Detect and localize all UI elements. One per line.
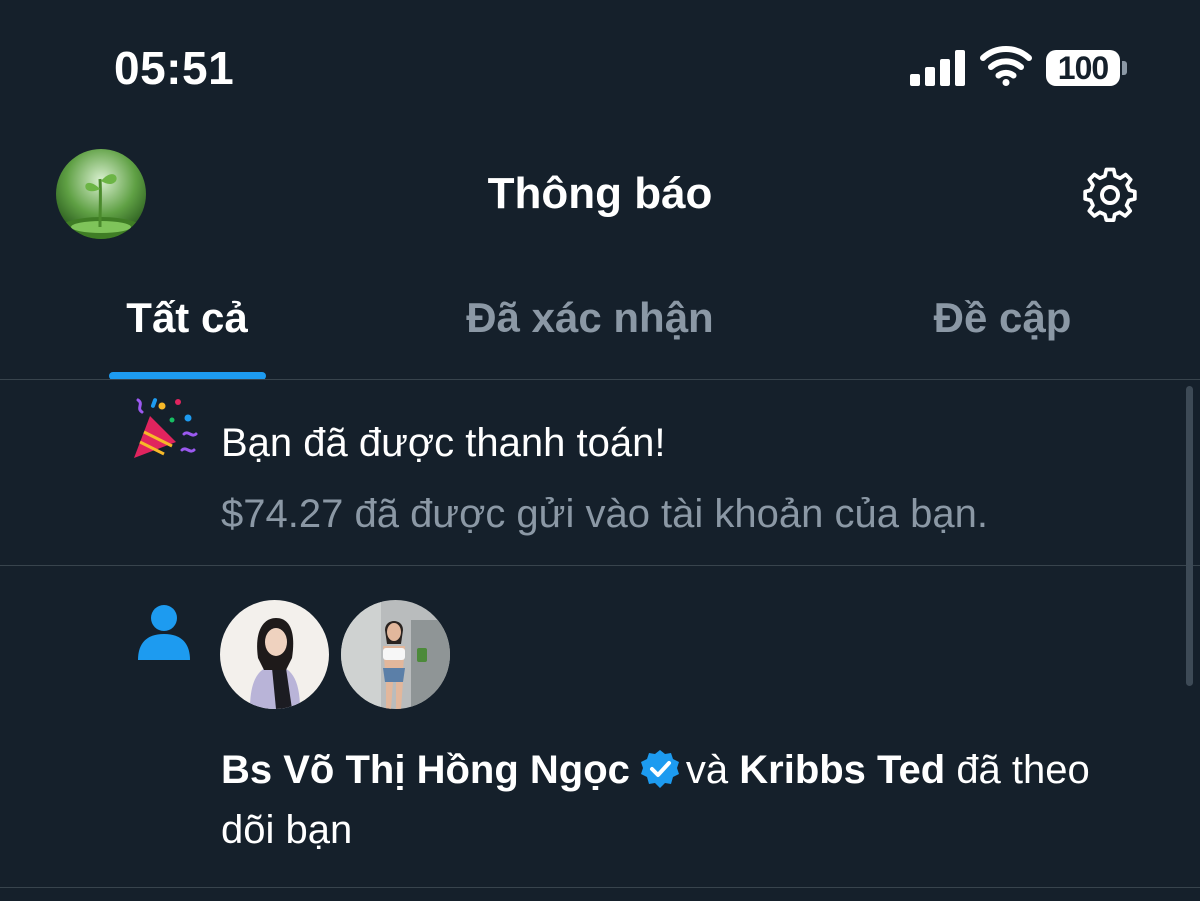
battery-icon: 100 (1046, 50, 1120, 86)
tab-mentions[interactable]: Đề cập (880, 280, 1125, 380)
scrollbar[interactable] (1186, 386, 1193, 686)
tab-all[interactable]: Tất cả (86, 280, 288, 380)
notification-divider (0, 887, 1200, 888)
signal-icon (910, 48, 966, 86)
status-time: 05:51 (114, 42, 235, 94)
person-icon (138, 605, 190, 660)
notification-title: Bạn đã được thanh toán! (221, 421, 666, 465)
verified-badge-icon (640, 750, 679, 788)
avatar-image (220, 600, 329, 709)
tab-bar: Tất cả Đã xác nhận Đề cập (0, 280, 1200, 380)
wifi-icon (980, 46, 1032, 86)
gear-icon[interactable] (1080, 165, 1140, 225)
profile-avatar[interactable] (56, 149, 146, 239)
notification-subtitle: $74.27 đã được gửi vào tài khoản của bạn… (221, 492, 988, 536)
follower-avatar-2[interactable] (341, 600, 450, 709)
avatar-image (341, 600, 450, 709)
follower-name-1[interactable]: Bs Võ Thị Hồng Ngọc (221, 748, 630, 792)
tab-verified[interactable]: Đã xác nhận (420, 280, 760, 380)
follower-name-2[interactable]: Kribbs Ted (739, 748, 945, 792)
page-title: Thông báo (487, 169, 713, 218)
follow-notification-text: Bs Võ Thị Hồng Ngọc và Kribbs Ted đã the… (221, 740, 1151, 860)
notification-divider (0, 565, 1200, 566)
battery-terminal (1122, 61, 1127, 75)
connector-text: và (685, 748, 729, 792)
party-popper-icon (134, 398, 198, 458)
sprout-image (56, 149, 146, 239)
tabs-divider (0, 379, 1200, 380)
status-bar: 05:51 100 (0, 0, 1200, 140)
follower-avatar-1[interactable] (220, 600, 329, 709)
